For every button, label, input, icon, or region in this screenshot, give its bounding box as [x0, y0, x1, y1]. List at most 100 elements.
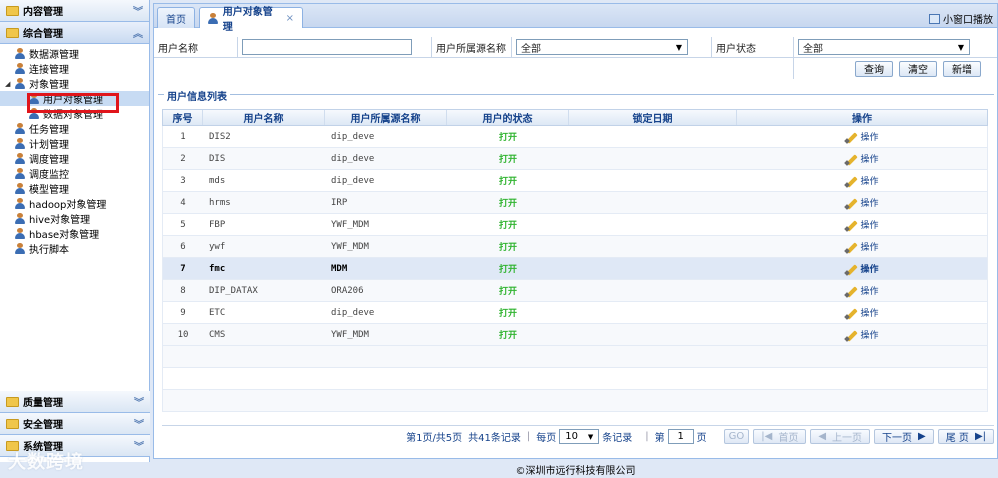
source-cell: 全部 ▼	[512, 37, 712, 57]
tree-item[interactable]: 数据源管理	[0, 46, 149, 61]
tree-item[interactable]: 调度监控	[0, 166, 149, 181]
table-row[interactable]: 9 ETC dip_deve 打开 操作	[162, 302, 988, 324]
add-button[interactable]: 新增	[943, 60, 981, 77]
status-select[interactable]: 全部 ▼	[798, 39, 970, 55]
col-header-name[interactable]: 用户名称	[203, 110, 325, 125]
dropdown-arrow-icon[interactable]: ▼	[953, 40, 969, 54]
operate-label: 操作	[860, 243, 879, 253]
chevron-down-icon[interactable]: ︾	[134, 394, 144, 409]
tree-item[interactable]: 任务管理	[0, 121, 149, 136]
tree-item[interactable]: 计划管理	[0, 136, 149, 151]
dropdown-arrow-icon[interactable]: ▼	[588, 433, 595, 441]
tree-item[interactable]: ◢ 对象管理	[0, 76, 149, 91]
operate-link[interactable]: 操作	[737, 214, 987, 235]
go-button[interactable]: GO	[723, 429, 750, 444]
tree-item[interactable]: 数据对象管理	[0, 106, 149, 121]
table-row[interactable]: 5 FBP YWF_MDM 打开 操作	[162, 214, 988, 236]
table-row[interactable]: 10 CMS YWF_MDM 打开 操作	[162, 324, 988, 346]
col-header-no[interactable]: 序号	[163, 110, 203, 125]
tree-item-label: 调度监控	[29, 170, 69, 181]
close-icon[interactable]: ×	[286, 13, 294, 24]
cell-source: MDM	[331, 263, 348, 274]
tree-item[interactable]: 用户对象管理	[0, 91, 149, 106]
chevron-down-icon[interactable]: ︾	[134, 416, 144, 431]
edit-pencil-icon	[845, 263, 857, 275]
cell-lock-date	[569, 324, 737, 345]
table-row[interactable]: 1 DIS2 dip_deve 打开 操作	[162, 126, 988, 148]
per-page-select[interactable]: 10 ▼	[559, 429, 600, 444]
source-select[interactable]: 全部 ▼	[516, 39, 688, 55]
clear-button[interactable]: 清空	[899, 60, 937, 77]
operate-link[interactable]: 操作	[737, 236, 987, 257]
user-icon	[14, 213, 26, 224]
query-button[interactable]: 查询	[855, 60, 893, 77]
operate-link[interactable]: 操作	[737, 324, 987, 345]
status-cell: 全部 ▼	[794, 37, 997, 57]
user-icon	[14, 168, 26, 179]
operate-link[interactable]: 操作	[737, 148, 987, 169]
cell-lock-date	[569, 214, 737, 235]
folder-icon	[6, 5, 19, 16]
goto-page-input[interactable]: 1	[667, 429, 694, 444]
accordion-header-quality[interactable]: 质量管理 ︾	[0, 391, 150, 413]
table-row[interactable]: 3 mds dip_deve 打开 操作	[162, 170, 988, 192]
cell-source: dip_deve	[331, 131, 375, 142]
prev-page-button[interactable]: ◀ 上一页	[810, 429, 871, 444]
chevron-down-icon[interactable]: ︾	[133, 3, 143, 18]
small-window-button[interactable]: 小窗口播放	[929, 11, 993, 26]
table-row[interactable]: 8 DIP_DATAX ORA206 打开 操作	[162, 280, 988, 302]
accordion-header-integrated[interactable]: 综合管理 ︽	[0, 22, 149, 44]
next-page-button[interactable]: 下一页 ▶	[874, 429, 934, 444]
col-header-status[interactable]: 用户的状态	[447, 110, 569, 125]
dropdown-arrow-icon[interactable]: ▼	[671, 40, 687, 54]
operate-link[interactable]: 操作	[737, 302, 987, 323]
cell-status: 打开	[498, 287, 517, 297]
username-input[interactable]	[242, 39, 412, 55]
user-grid: 序号 用户名称 用户所属源名称 用户的状态 锁定日期 操作 1 DIS2 dip_d…	[162, 109, 988, 412]
tree-item[interactable]: 模型管理	[0, 181, 149, 196]
operate-label: 操作	[860, 287, 879, 297]
tab-user-object-manage[interactable]: 用户对象管理 ×	[199, 7, 303, 33]
cell-source: YWF_MDM	[331, 219, 369, 230]
col-header-lock-date[interactable]: 锁定日期	[569, 110, 737, 125]
edit-pencil-icon	[845, 329, 857, 341]
operate-link[interactable]: 操作	[737, 280, 987, 301]
accordion-header-content[interactable]: 内容管理 ︾	[0, 0, 149, 22]
prev-page-icon: ◀	[818, 431, 827, 442]
operate-link[interactable]: 操作	[737, 126, 987, 147]
tree-item-label: hadoop对象管理	[29, 200, 107, 211]
expand-arrow-icon[interactable]: ◢	[5, 80, 13, 88]
tree-item[interactable]: 连接管理	[0, 61, 149, 76]
table-row[interactable]: 7 fmc MDM 打开 操作	[162, 258, 988, 280]
cell-source: dip_deve	[331, 153, 375, 164]
col-header-source[interactable]: 用户所属源名称	[325, 110, 447, 125]
sidebar: 内容管理 ︾ 综合管理 ︽ 数据源管理 连接管理 ◢ 对象管理 用户对象管理 数据对象管理…	[0, 0, 150, 462]
cell-no: 5	[180, 219, 186, 230]
user-icon	[208, 12, 219, 24]
operate-link[interactable]: 操作	[737, 258, 987, 279]
chevron-up-icon[interactable]: ︽	[133, 25, 143, 40]
cell-status: 打开	[498, 265, 517, 275]
chevron-down-icon[interactable]: ︾	[134, 438, 144, 453]
cell-no: 2	[180, 153, 186, 164]
tree-item[interactable]: hadoop对象管理	[0, 196, 149, 211]
tree-item[interactable]: hbase对象管理	[0, 226, 149, 241]
operate-link[interactable]: 操作	[737, 170, 987, 191]
tree-item[interactable]: 执行脚本	[0, 241, 149, 256]
user-icon	[14, 123, 26, 134]
first-page-button[interactable]: |◀ 首页	[753, 429, 807, 444]
tree-item[interactable]: 调度管理	[0, 151, 149, 166]
table-row[interactable]: 4 hrms IRP 打开 操作	[162, 192, 988, 214]
table-row[interactable]: 6 ywf YWF_MDM 打开 操作	[162, 236, 988, 258]
tree-item-label: 模型管理	[29, 185, 69, 196]
per-page-value: 10	[565, 431, 579, 442]
accordion-header-security[interactable]: 安全管理 ︾	[0, 413, 150, 435]
last-page-button[interactable]: 尾 页 ▶|	[937, 429, 994, 444]
col-header-action[interactable]: 操作	[737, 110, 987, 125]
table-row[interactable]: 2 DIS dip_deve 打开 操作	[162, 148, 988, 170]
operate-link[interactable]: 操作	[737, 192, 987, 213]
tab-home[interactable]: 首页	[157, 7, 195, 28]
footer-copyright: ©深圳市远行科技有限公司	[153, 460, 998, 478]
tree-item[interactable]: hive对象管理	[0, 211, 149, 226]
cell-name: DIS	[209, 153, 226, 164]
